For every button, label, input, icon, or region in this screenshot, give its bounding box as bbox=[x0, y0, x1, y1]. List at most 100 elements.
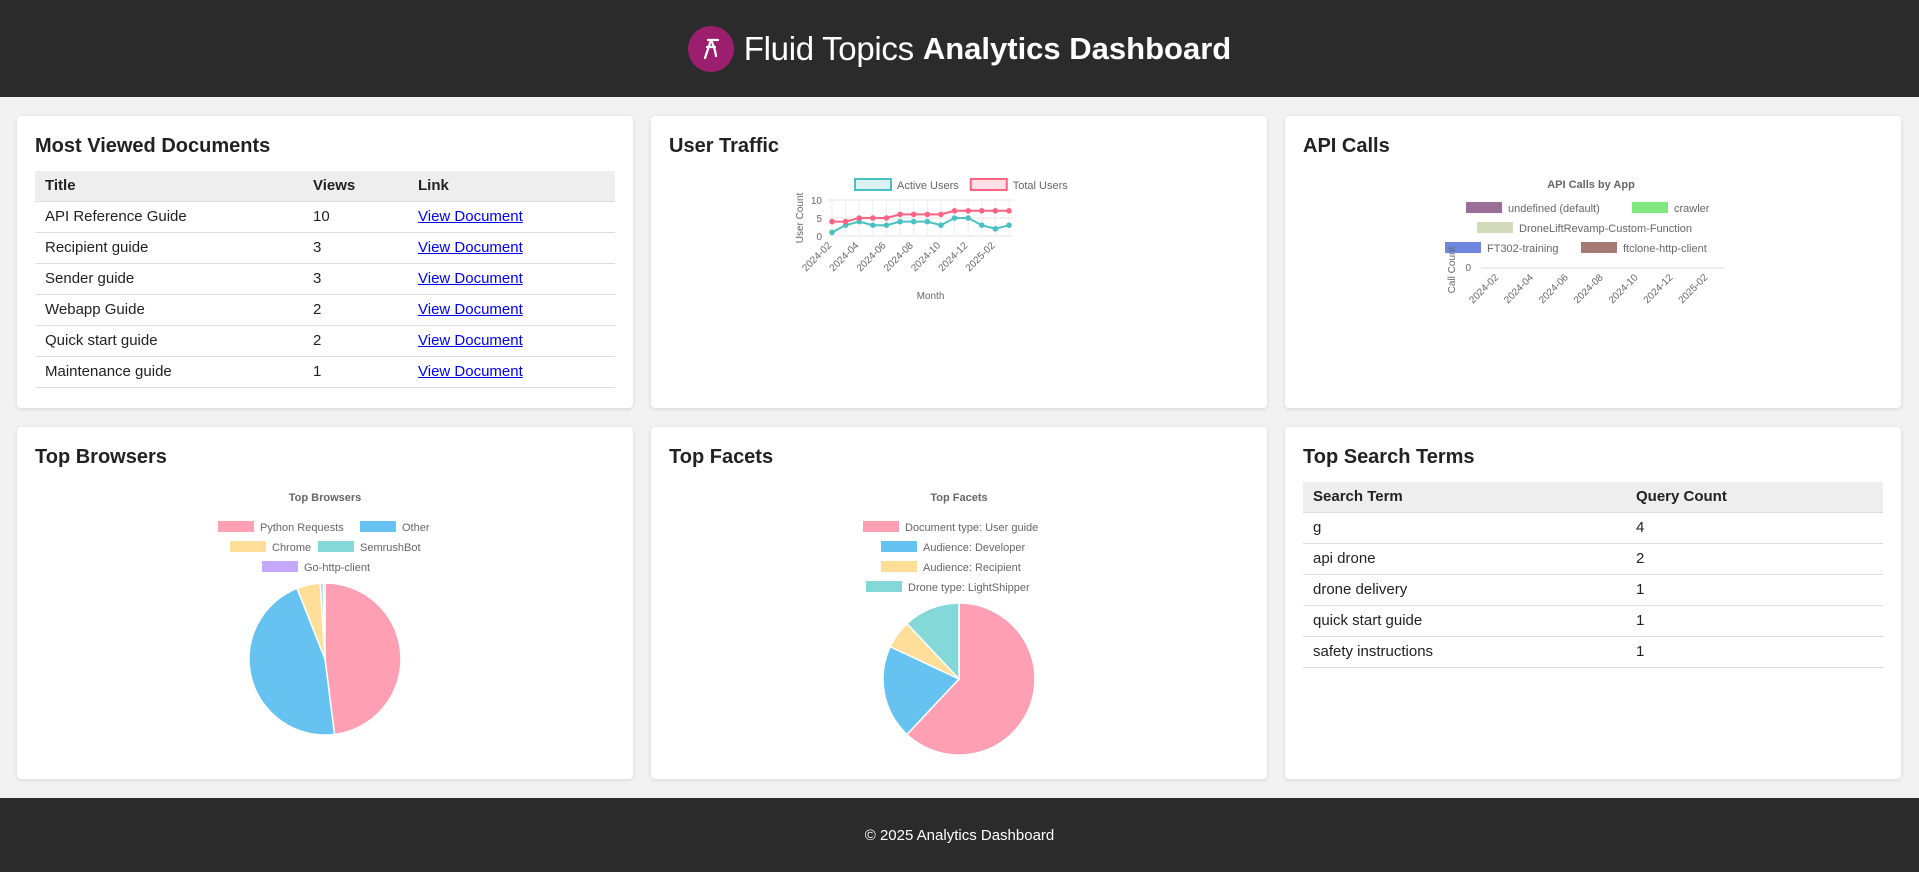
legend-swatch bbox=[881, 541, 917, 552]
doc-title: API Reference Guide bbox=[35, 201, 303, 233]
data-point bbox=[842, 218, 849, 225]
user-traffic-card: User Traffic Active Users Total Users 0 5 10… bbox=[651, 116, 1267, 408]
data-point bbox=[856, 215, 863, 221]
x-tick-label: 2024-04 bbox=[1502, 272, 1536, 306]
data-point bbox=[883, 215, 890, 221]
legend-swatch bbox=[863, 521, 899, 532]
data-point bbox=[924, 211, 931, 218]
data-point bbox=[829, 229, 835, 236]
brand-name: Fluid Topics bbox=[743, 29, 914, 67]
table-row: API Reference Guide 10 View Document bbox=[35, 201, 615, 233]
view-document-link[interactable]: View Document bbox=[418, 301, 523, 318]
legend-label: Chrome bbox=[272, 542, 311, 554]
top-facets-card: Top Facets Top Facets Document type: User… bbox=[651, 427, 1267, 779]
view-document-link[interactable]: View Document bbox=[418, 239, 523, 256]
legend-swatch bbox=[1477, 222, 1513, 233]
legend-swatch bbox=[318, 541, 354, 552]
search-term: g bbox=[1303, 512, 1626, 544]
legend-label: Total Users bbox=[1013, 180, 1069, 192]
table-header-row: Search Term Query Count bbox=[1303, 482, 1883, 513]
doc-views: 3 bbox=[303, 232, 408, 264]
doc-title: Webapp Guide bbox=[35, 294, 303, 326]
table-row: safety instructions 1 bbox=[1303, 636, 1883, 668]
query-count: 4 bbox=[1626, 512, 1883, 544]
table-row: Webapp Guide 2 View Document bbox=[35, 294, 615, 326]
footer-copyright: © 2025 Analytics Dashboard bbox=[864, 826, 1055, 844]
legend-swatch bbox=[1632, 202, 1668, 213]
doc-views: 3 bbox=[303, 263, 408, 295]
doc-title: Quick start guide bbox=[35, 325, 303, 357]
x-tick-label: 2025-02 bbox=[964, 240, 998, 274]
y-axis-label: User Count bbox=[795, 192, 806, 243]
legend-label: DroneLiftRevamp-Custom-Function bbox=[1519, 223, 1692, 235]
x-tick-label: 2024-08 bbox=[1572, 272, 1606, 306]
search-term: safety instructions bbox=[1303, 636, 1626, 668]
data-point bbox=[910, 211, 917, 218]
doc-views: 2 bbox=[303, 294, 408, 326]
legend-swatch bbox=[262, 561, 298, 572]
column-header: Search Term bbox=[1303, 482, 1626, 513]
pie-slice bbox=[324, 582, 402, 736]
doc-title: Maintenance guide bbox=[35, 356, 303, 388]
query-count: 1 bbox=[1626, 636, 1883, 668]
search-term: drone delivery bbox=[1303, 574, 1626, 606]
data-point bbox=[1006, 208, 1012, 214]
column-header: Query Count bbox=[1626, 482, 1883, 513]
legend-label: Document type: User guide bbox=[905, 522, 1038, 534]
data-point bbox=[883, 222, 890, 228]
legend-label: Audience: Developer bbox=[923, 542, 1025, 554]
legend-swatch bbox=[854, 178, 892, 191]
legend-label: crawler bbox=[1674, 203, 1710, 215]
legend-swatch bbox=[1581, 242, 1617, 253]
data-point bbox=[978, 208, 985, 214]
x-axis-label: Month bbox=[917, 291, 945, 302]
brand: Fluid Topics Analytics Dashboard bbox=[687, 25, 1231, 72]
query-count: 1 bbox=[1626, 605, 1883, 637]
x-tick-label: 2025-02 bbox=[1677, 272, 1711, 306]
doc-title: Sender guide bbox=[35, 263, 303, 295]
query-count: 1 bbox=[1626, 574, 1883, 606]
table-row: Quick start guide 2 View Document bbox=[35, 325, 615, 357]
card-title: Top Search Terms bbox=[1303, 446, 1475, 468]
data-point bbox=[978, 222, 985, 228]
legend-swatch bbox=[969, 178, 1008, 191]
fluid-topics-logo-icon bbox=[687, 25, 734, 72]
legend-label: Other bbox=[402, 522, 430, 534]
table-row: Maintenance guide 1 View Document bbox=[35, 356, 615, 388]
legend-swatch bbox=[360, 521, 396, 532]
view-document-link[interactable]: View Document bbox=[418, 270, 523, 287]
user-traffic-chart: Active Users Total Users 0 5 10 User Count 202… bbox=[795, 178, 1069, 302]
chart-title: API Calls by App bbox=[1547, 179, 1635, 191]
data-point bbox=[924, 218, 931, 225]
doc-title: Recipient guide bbox=[35, 232, 303, 264]
legend-swatch bbox=[218, 521, 254, 532]
view-document-link[interactable]: View Document bbox=[418, 332, 523, 349]
view-document-link[interactable]: View Document bbox=[418, 208, 523, 225]
y-tick-label: 0 bbox=[1465, 263, 1471, 274]
column-header: Link bbox=[408, 171, 615, 202]
table-row: api drone 2 bbox=[1303, 543, 1883, 575]
column-header: Title bbox=[35, 171, 303, 202]
legend-swatch bbox=[881, 561, 917, 572]
data-point bbox=[870, 222, 876, 228]
table-header-row: Title Views Link bbox=[35, 171, 615, 202]
table-row: Sender guide 3 View Document bbox=[35, 263, 615, 295]
doc-views: 2 bbox=[303, 325, 408, 357]
api-calls-card: API Calls API Calls by App undefined (def… bbox=[1285, 116, 1901, 408]
search-term: api drone bbox=[1303, 543, 1626, 575]
api-calls-chart: API Calls by App undefined (default) crawl… bbox=[1445, 179, 1725, 306]
legend-swatch bbox=[866, 581, 902, 592]
data-point bbox=[951, 208, 958, 214]
view-document-link[interactable]: View Document bbox=[418, 363, 523, 380]
search-term: quick start guide bbox=[1303, 605, 1626, 637]
data-point bbox=[992, 226, 999, 232]
data-point bbox=[897, 218, 903, 225]
data-point bbox=[965, 208, 971, 214]
x-tick-label: 2024-06 bbox=[1537, 272, 1571, 306]
table-row: quick start guide 1 bbox=[1303, 605, 1883, 637]
card-title: Most Viewed Documents bbox=[35, 135, 271, 157]
top-browsers-card: Top Browsers Top Browsers Python Requests… bbox=[17, 427, 633, 779]
data-point bbox=[965, 215, 971, 221]
app-footer: © 2025 Analytics Dashboard bbox=[0, 798, 1919, 872]
table-row: g 4 bbox=[1303, 512, 1883, 544]
